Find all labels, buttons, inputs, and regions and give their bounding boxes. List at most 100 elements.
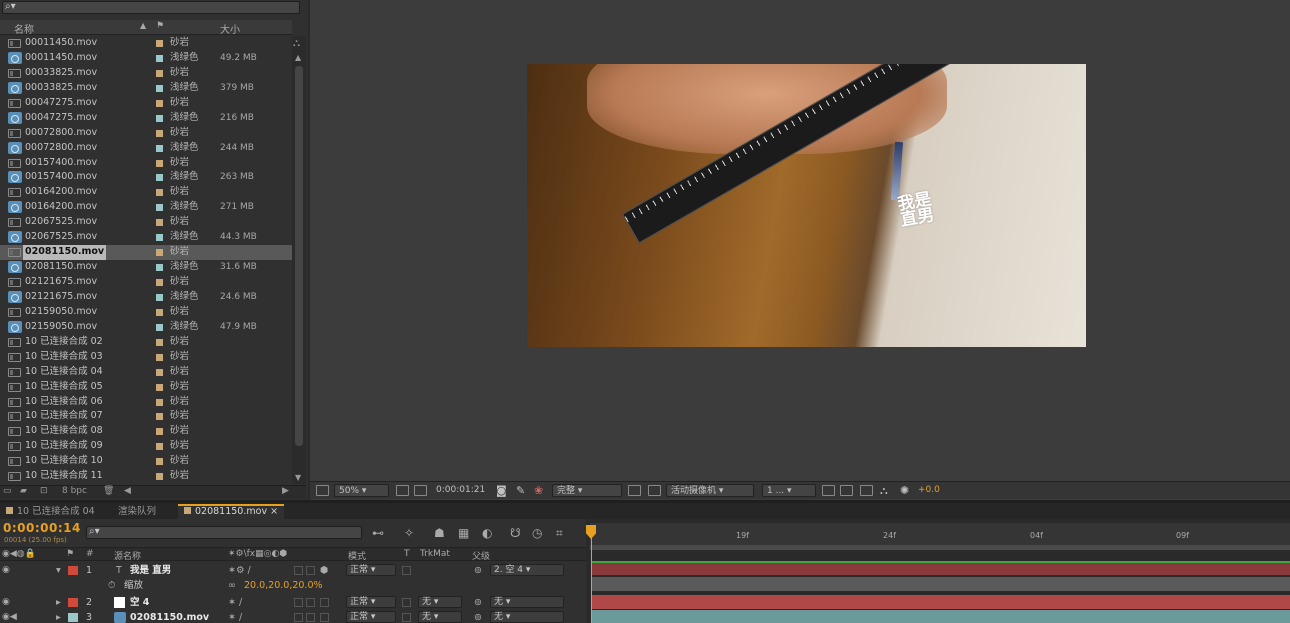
scroll-down-icon[interactable]: ▼: [295, 473, 301, 482]
project-item[interactable]: 02067525.mov 砂岩: [0, 215, 292, 230]
trash-icon[interactable]: 🗑: [103, 486, 114, 496]
roi-icon[interactable]: [628, 485, 641, 496]
label-color-swatch[interactable]: [156, 383, 163, 391]
tab-render-queue[interactable]: 渲染队列: [112, 504, 162, 519]
layer-row-3[interactable]: ◉◀ ▸ 3 02081150.mov ✶ / 正常 ▾ 无 ▾ ⊚ 无 ▾: [0, 610, 586, 623]
layer-switches[interactable]: ✶ /: [228, 595, 242, 610]
transparency-grid-icon[interactable]: [648, 485, 661, 496]
pixel-aspect-icon[interactable]: [822, 485, 835, 496]
motion-blur-icon[interactable]: ◐: [482, 526, 492, 540]
pickwhip-icon[interactable]: ⊚: [474, 563, 482, 578]
expand-icon[interactable]: ▸: [56, 595, 61, 610]
scrollbar-thumb[interactable]: [295, 66, 303, 446]
mask-visibility-icon[interactable]: [414, 485, 427, 496]
timeline-icon[interactable]: [860, 485, 873, 496]
project-item[interactable]: 00033825.mov 砂岩: [0, 66, 292, 81]
bpc-label[interactable]: 8 bpc: [62, 486, 87, 496]
label-color-swatch[interactable]: [156, 473, 163, 481]
label-color-swatch[interactable]: [156, 99, 163, 107]
project-item[interactable]: 10 已连接合成 10 砂岩: [0, 454, 292, 469]
project-item[interactable]: 00011450.mov 砂岩: [0, 36, 292, 51]
tab-comp-04[interactable]: 10 已连接合成 04: [0, 504, 101, 519]
close-icon[interactable]: ×: [270, 506, 278, 517]
project-item[interactable]: 00164200.mov 砂岩: [0, 185, 292, 200]
mode-column[interactable]: 模式: [348, 549, 366, 562]
parent-dropdown[interactable]: 无 ▾: [490, 611, 564, 623]
expand-icon[interactable]: ▾: [56, 563, 61, 578]
layer-switches[interactable]: ✶⚙ /: [228, 563, 251, 578]
channel-icon[interactable]: ❀: [534, 484, 543, 497]
zoom-dropdown[interactable]: 50% ▾: [334, 484, 389, 497]
column-size[interactable]: 大小: [220, 21, 240, 36]
pickwhip-icon[interactable]: ⊚: [474, 610, 482, 623]
preserve-transparency-box[interactable]: [402, 566, 411, 575]
project-item[interactable]: 10 已连接合成 06 砂岩: [0, 395, 292, 410]
project-item[interactable]: 10 已连接合成 09 砂岩: [0, 439, 292, 454]
switch-box[interactable]: [306, 566, 315, 575]
scale-property-row[interactable]: ⏱ 缩放 ∞ 20.0,20.0,20.0%: [0, 578, 586, 593]
layer-row-2[interactable]: ◉ ▸ 2 空 4 ✶ / 正常 ▾ 无 ▾ ⊚ 无 ▾: [0, 595, 586, 610]
switch-box[interactable]: [294, 613, 303, 622]
project-item[interactable]: 00047275.mov 砂岩: [0, 96, 292, 111]
mode-dropdown[interactable]: 正常 ▾: [346, 611, 396, 623]
graph-editor-icon[interactable]: ⌗: [556, 526, 563, 541]
project-item[interactable]: 10 已连接合成 07 砂岩: [0, 409, 292, 424]
project-item[interactable]: 00072800.mov 浅绿色 244 MB: [0, 141, 292, 156]
project-item[interactable]: 02159050.mov 浅绿色 47.9 MB: [0, 320, 292, 335]
label-color-swatch[interactable]: [156, 129, 163, 137]
visibility-icon[interactable]: ◉: [2, 563, 10, 578]
layer-color-swatch[interactable]: [68, 613, 78, 622]
switch-box[interactable]: [294, 598, 303, 607]
tab-02081150[interactable]: 02081150.mov ×: [178, 504, 285, 519]
overlay-text-layer[interactable]: 我是 直男: [896, 189, 936, 230]
label-color-swatch[interactable]: [156, 338, 163, 346]
label-color-swatch[interactable]: [156, 114, 163, 122]
project-item[interactable]: 00157400.mov 浅绿色 263 MB: [0, 170, 292, 185]
layer-color-swatch[interactable]: [68, 566, 78, 575]
label-color-swatch[interactable]: [156, 443, 163, 451]
label-color-swatch[interactable]: [156, 353, 163, 361]
project-item[interactable]: 00157400.mov 砂岩: [0, 156, 292, 171]
project-item[interactable]: 02081150.mov 浅绿色 31.6 MB: [0, 260, 292, 275]
project-item[interactable]: 10 已连接合成 08 砂岩: [0, 424, 292, 439]
label-color-swatch[interactable]: [156, 279, 163, 286]
layer-row-1[interactable]: ◉ ▾ 1 T 我是 直男 ✶⚙ / ⬢ 正常 ▾ ⊚ 2. 空 4 ▾: [0, 563, 586, 578]
visibility-icon[interactable]: ◉◀: [2, 610, 17, 623]
viewer-timecode[interactable]: 0:00:01:21: [436, 484, 485, 497]
label-color-swatch[interactable]: [156, 69, 163, 77]
flowchart-view-icon[interactable]: ⛬: [880, 484, 888, 497]
label-color-swatch[interactable]: [156, 413, 163, 421]
visibility-icon[interactable]: ◉: [2, 595, 10, 610]
project-item[interactable]: 10 已连接合成 11 砂岩: [0, 469, 292, 484]
preserve-transparency-box[interactable]: [402, 613, 411, 622]
project-scrollbar[interactable]: ⛬ ▲ ▼: [292, 36, 306, 484]
link-icon[interactable]: ∞: [228, 578, 236, 593]
label-color-swatch[interactable]: [156, 249, 163, 257]
preserve-transparency-box[interactable]: [402, 598, 411, 607]
layer-3-bar[interactable]: [592, 610, 1290, 623]
frame-blending-icon[interactable]: ▦: [458, 526, 469, 540]
project-item[interactable]: 00164200.mov 浅绿色 271 MB: [0, 200, 292, 215]
column-name[interactable]: 名称: [14, 21, 34, 36]
views-dropdown[interactable]: 1 ... ▾: [762, 484, 816, 497]
label-color-swatch[interactable]: [156, 264, 163, 272]
safe-margins-icon[interactable]: [396, 485, 409, 496]
scale-value[interactable]: 20.0,20.0,20.0%: [244, 578, 323, 593]
label-color-swatch[interactable]: [156, 219, 163, 227]
parent-dropdown[interactable]: 无 ▾: [490, 596, 564, 608]
playhead-line[interactable]: [591, 525, 592, 623]
composition-frame[interactable]: 我是 直男: [527, 64, 1086, 347]
label-color-swatch[interactable]: [156, 428, 163, 436]
project-item[interactable]: 02067525.mov 浅绿色 44.3 MB: [0, 230, 292, 245]
project-item[interactable]: 00047275.mov 浅绿色 216 MB: [0, 111, 292, 126]
sort-arrow-icon[interactable]: ▲: [140, 21, 146, 30]
label-color-swatch[interactable]: [156, 368, 163, 376]
switch-box[interactable]: [306, 598, 315, 607]
mode-dropdown[interactable]: 正常 ▾: [346, 596, 396, 608]
source-name-column[interactable]: 源名称: [114, 549, 141, 562]
trkmat-column[interactable]: TrkMat: [420, 549, 450, 559]
project-item[interactable]: 02081150.mov 砂岩: [0, 245, 292, 261]
timeline-search-input[interactable]: ⌕▾: [86, 526, 362, 539]
layer-name[interactable]: 02081150.mov: [130, 610, 209, 623]
new-comp-icon[interactable]: ⊡: [40, 486, 48, 496]
